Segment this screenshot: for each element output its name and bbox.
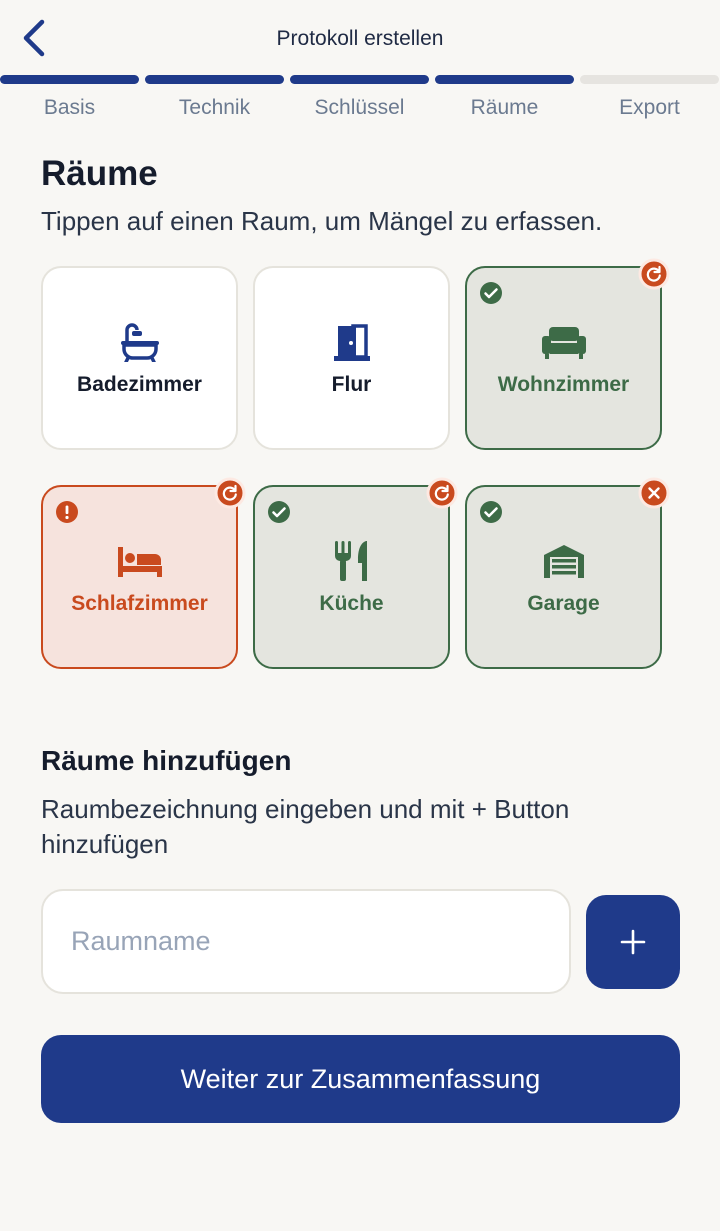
room-card-schlafzimmer[interactable]: Schlafzimmer [41, 477, 246, 669]
room-grid: Badezimmer Flur Wohnzimmer Schlafzimmer … [41, 258, 681, 676]
room-name-input[interactable] [41, 889, 571, 994]
room-name: Badezimmer [77, 373, 202, 396]
step-schluessel[interactable]: Schlüssel [290, 75, 429, 120]
room-name: Schlafzimmer [71, 592, 208, 615]
reset-icon [426, 477, 458, 509]
add-rooms-title: Räume hinzufügen [41, 745, 292, 776]
step-raeume[interactable]: Räume [435, 75, 574, 120]
alert-circle-icon [56, 501, 78, 523]
step-technik[interactable]: Technik [145, 75, 284, 120]
header: Protokoll erstellen [0, 0, 720, 76]
bathtub-icon [117, 319, 163, 365]
step-progress: Basis Technik Schlüssel Räume Export [0, 75, 720, 125]
step-basis[interactable]: Basis [0, 75, 139, 120]
step-label: Technik [178, 96, 251, 119]
add-rooms-description: Raumbezeichnung eingeben und mit + Butto… [41, 794, 570, 859]
step-bar [435, 75, 574, 84]
rooms-title: Räume [41, 154, 158, 193]
sofa-icon [541, 319, 587, 365]
reset-button[interactable] [638, 258, 670, 290]
reset-button[interactable] [426, 477, 458, 509]
room-name: Garage [527, 592, 600, 615]
remove-button[interactable] [638, 477, 670, 509]
step-label: Export [619, 96, 680, 119]
plus-icon [620, 929, 646, 955]
step-label: Schlüssel [314, 96, 405, 119]
check-circle-icon [480, 501, 502, 523]
reset-button[interactable] [214, 477, 246, 509]
room-name: Küche [319, 592, 384, 615]
step-bar [290, 75, 429, 84]
door-icon [329, 319, 375, 365]
step-label: Räume [470, 96, 539, 119]
room-card-flur[interactable]: Flur [253, 266, 450, 450]
step-bar [0, 75, 139, 84]
room-name: Wohnzimmer [497, 373, 630, 396]
step-bar [145, 75, 284, 84]
garage-icon [541, 538, 587, 584]
step-export[interactable]: Export [580, 75, 719, 120]
reset-icon [638, 258, 670, 290]
room-card-wohnzimmer[interactable]: Wohnzimmer [465, 258, 670, 450]
check-circle-icon [480, 282, 502, 304]
bed-icon [117, 538, 163, 584]
rooms-subtitle: Tippen auf einen Raum, um Mängel zu erfa… [41, 206, 603, 236]
check-circle-icon [268, 501, 290, 523]
utensils-icon [329, 538, 375, 584]
step-bar [580, 75, 719, 84]
continue-summary-button[interactable]: Weiter zur Zusammenfassung [41, 1035, 680, 1123]
reset-icon [214, 477, 246, 509]
close-icon [638, 477, 670, 509]
room-card-badezimmer[interactable]: Badezimmer [41, 266, 238, 450]
step-label: Basis [43, 96, 96, 119]
room-name: Flur [331, 373, 372, 396]
room-card-kueche[interactable]: Küche [253, 477, 458, 669]
page-title: Protokoll erstellen [276, 27, 444, 50]
room-card-garage[interactable]: Garage [465, 477, 670, 669]
add-room-button[interactable] [586, 895, 680, 989]
